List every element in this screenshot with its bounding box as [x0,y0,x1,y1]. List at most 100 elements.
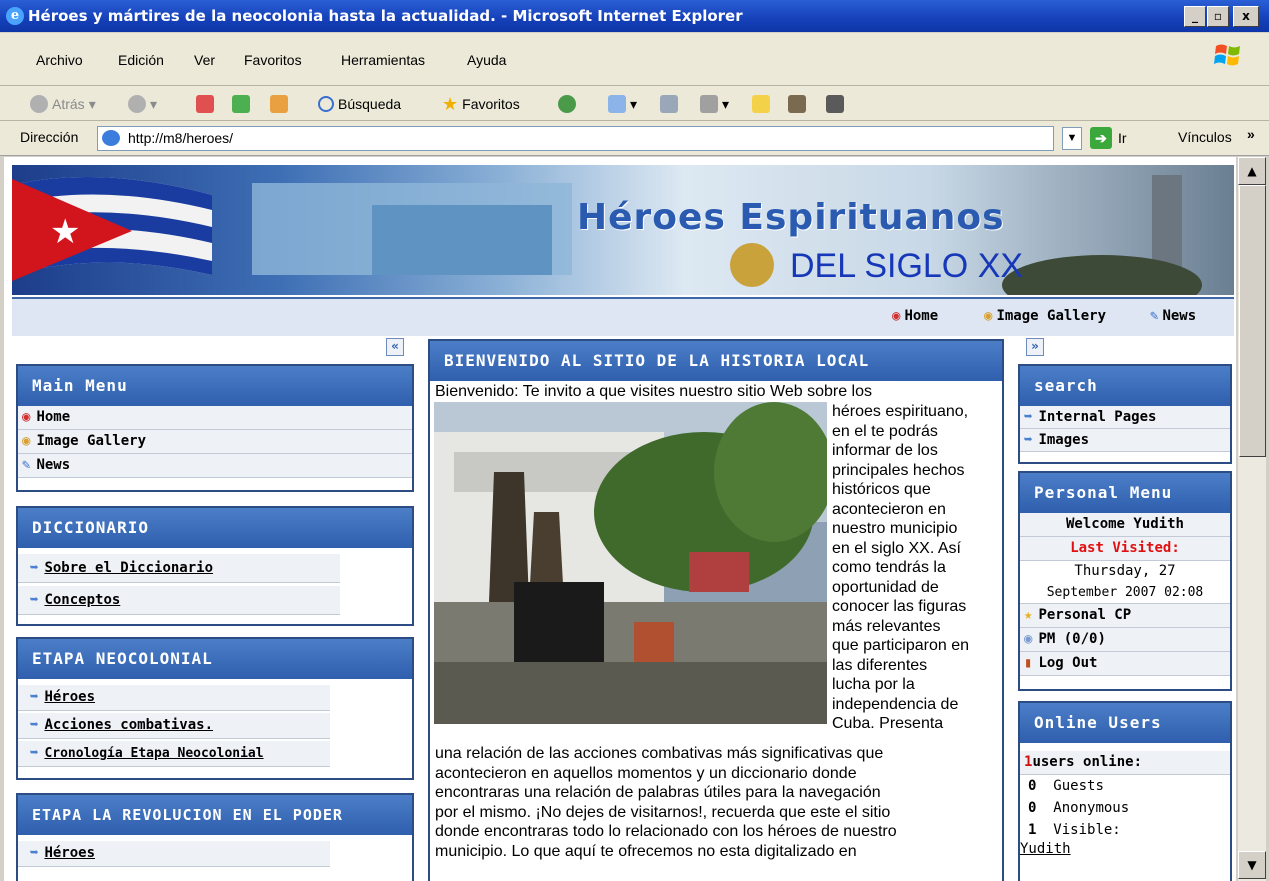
links-chevron-icon[interactable]: » [1247,126,1255,142]
print-button[interactable] [660,93,678,115]
search-images-label: Images [1038,431,1090,448]
main-content-title: BIENVENIDO AL SITIO DE LA HISTORIA LOCAL [430,341,1002,381]
back-button[interactable]: Atrás ▾ [30,93,96,115]
main-menu-gallery[interactable]: ◉ Image Gallery [18,430,412,454]
personal-cp-label: Personal CP [1038,607,1132,623]
forward-button[interactable]: ▾ [128,93,157,115]
window-title: Héroes y mártires de la neocolonia hasta… [28,7,743,25]
side-text-line: acontecieron en [832,500,946,518]
last-visited-date-2: September 2007 02:08 [1020,582,1230,604]
neocolonial-acciones-label: Acciones combativas. [44,717,214,733]
back-arrow-icon [30,95,48,113]
top-navigation: ◉ Home ◉ Image Gallery ✎ News [12,297,1234,336]
history-button[interactable] [558,93,576,115]
messenger-button[interactable] [826,93,844,115]
address-url: http://m8/heroes/ [128,130,234,146]
menu-herramientas[interactable]: Herramientas [341,52,425,68]
guests-count: 0 [1028,778,1037,794]
edit-button[interactable]: ▾ [700,93,729,115]
revolucion-heroes-label: Héroes [44,845,96,861]
nav-news[interactable]: ✎ News [1150,308,1196,324]
address-bar: Dirección http://m8/heroes/ ▼ ➔ Ir Víncu… [0,121,1269,156]
links-button[interactable]: Vínculos [1178,129,1232,145]
nav-home-label: Home [904,308,939,324]
favorites-button[interactable]: ★ Favoritos [442,93,520,115]
diccionario-conceptos[interactable]: ➥ Conceptos [18,586,340,615]
home-button[interactable] [270,93,288,115]
menu-archivo[interactable]: Archivo [36,52,83,68]
discuss-button[interactable] [752,93,770,115]
main-menu-news[interactable]: ✎ News [18,454,412,478]
arrow-icon: ➥ [1024,408,1033,425]
main-content-box: BIENVENIDO AL SITIO DE LA HISTORIA LOCAL… [428,339,1004,881]
star-icon: ★ [1024,607,1033,623]
minimize-button[interactable]: _ [1184,6,1206,27]
address-input[interactable]: http://m8/heroes/ [97,126,1054,151]
mail-button[interactable]: ▾ [608,93,637,115]
revolucion-heroes[interactable]: ➥ Héroes [18,841,330,867]
menu-ayuda[interactable]: Ayuda [467,52,506,68]
personal-cp[interactable]: ★ Personal CP [1020,604,1230,628]
search-images[interactable]: ➥ Images [1020,429,1230,452]
side-text-line: en el te podrás [832,422,938,440]
arrow-icon: ➥ [30,591,39,608]
main-menu-title: Main Menu [18,366,412,406]
side-text-line: históricos que [832,481,931,498]
users-online-count: 1 users online: [1020,751,1230,775]
guests-row: 0 Guests [1028,775,1230,797]
address-dropdown[interactable]: ▼ [1062,127,1082,150]
search-button[interactable]: Búsqueda [318,93,401,115]
menu-ver[interactable]: Ver [194,52,215,68]
side-text: héroes espirituano, en el te podrás inform… [832,402,1002,734]
main-menu-news-label: News [36,457,71,473]
main-menu-home[interactable]: ◉ Home [18,406,412,430]
neocolonial-cronologia[interactable]: ➥ Cronología Etapa Neocolonial [18,741,330,767]
arrow-icon: ➥ [1024,431,1033,448]
side-text-line: héroes espirituano, [832,403,969,420]
search-label: Búsqueda [338,96,402,112]
diccionario-sobre[interactable]: ➥ Sobre el Diccionario [18,554,340,583]
online-user-link[interactable]: Yudith [1020,841,1230,857]
online-count-label: users online: [1032,754,1143,770]
pm-label: PM (0/0) [1038,631,1106,647]
favorites-label: Favoritos [462,96,520,112]
back-label: Atrás [52,96,85,112]
diccionario-conceptos-label: Conceptos [44,591,121,608]
side-text-line: en el siglo XX. Así [832,539,961,557]
side-text-line: nuestro municipio [832,520,958,537]
scroll-up-button[interactable]: ▲ [1238,157,1266,185]
scroll-thumb[interactable] [1239,185,1266,457]
scroll-down-button[interactable]: ▼ [1238,851,1266,879]
site-banner: ★ Héroes Espirituanos DEL SIGLO XX [12,165,1234,295]
anonymous-count: 0 [1028,800,1037,816]
neocolonial-acciones[interactable]: ➥ Acciones combativas. [18,713,330,739]
research-button[interactable] [788,93,806,115]
diccionario-box: DICCIONARIO ➥ Sobre el Diccionario ➥ Conce… [16,506,414,626]
log-out[interactable]: ▮ Log Out [1020,652,1230,676]
side-text-line: informar de los [832,442,938,459]
private-messages[interactable]: ◉ PM (0/0) [1020,628,1230,652]
vertical-scrollbar[interactable]: ▲ ▼ [1237,157,1266,881]
close-button[interactable]: x [1233,6,1259,27]
neocolonial-heroes[interactable]: ➥ Héroes [18,685,330,711]
maximize-button[interactable]: ▫ [1207,6,1229,27]
body-text-line: por el mismo. ¡No dejes de visitarnos!, … [435,803,891,821]
ie-icon: e [6,7,24,25]
body-text-line: acontecieron en aquellos momentos y un d… [435,764,857,782]
nav-image-gallery[interactable]: ◉ Image Gallery [984,308,1106,324]
side-text-line: lucha por la [832,676,915,693]
menu-bar: Archivo Edición Ver Favoritos Herramient… [0,33,1269,86]
collapse-left-button[interactable]: « [386,338,404,356]
refresh-button[interactable] [232,93,250,115]
collapse-right-button[interactable]: » [1026,338,1044,356]
nav-home[interactable]: ◉ Home [892,308,938,324]
forward-arrow-icon [128,95,146,113]
search-internal-pages[interactable]: ➥ Internal Pages [1020,406,1230,429]
go-button[interactable]: ➔ Ir [1090,126,1127,150]
side-text-line: más relevantes [832,617,941,635]
star-icon: ★ [442,93,459,114]
anonymous-row: 0 Anonymous [1028,797,1230,819]
stop-button[interactable] [196,93,214,115]
menu-favoritos[interactable]: Favoritos [244,52,302,68]
menu-edicion[interactable]: Edición [118,52,164,68]
